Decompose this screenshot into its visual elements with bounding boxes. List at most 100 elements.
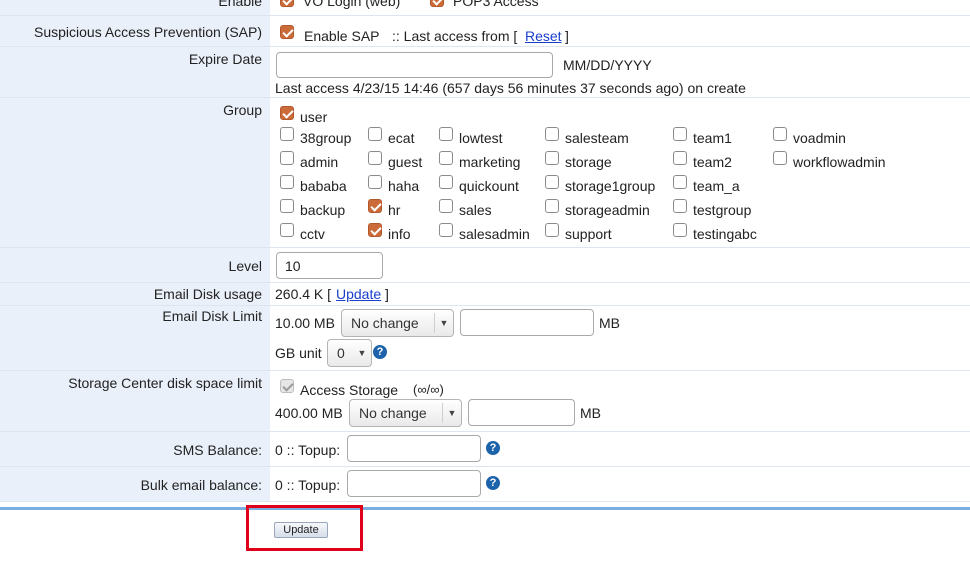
storage-limit-row: Storage Center disk space limit Access S…: [0, 371, 970, 432]
help-icon[interactable]: ?: [373, 345, 387, 359]
gb-unit-label: GB unit: [275, 345, 322, 361]
group-checkbox[interactable]: [280, 223, 294, 237]
group-checkbox-label: voadmin: [793, 130, 846, 146]
vo-login-label: VO Login (web): [303, 0, 401, 9]
group-checkbox-label: support: [565, 226, 612, 242]
bulk-email-row: Bulk email balance: 0 :: Topup: ?: [0, 467, 970, 502]
sms-topup-input[interactable]: [347, 435, 481, 462]
group-checkbox[interactable]: [368, 175, 382, 189]
gb-unit-select[interactable]: 0 ▼: [327, 339, 372, 367]
enable-sap-label: Enable SAP: [304, 28, 380, 44]
sap-last-access-text: :: Last access from [: [392, 28, 518, 44]
sap-bracket-close: ]: [565, 28, 569, 44]
email-disk-update-link[interactable]: Update: [336, 286, 381, 302]
group-checkbox[interactable]: [545, 223, 559, 237]
pop3-access-checkbox[interactable]: [430, 0, 444, 7]
help-icon[interactable]: ?: [486, 476, 500, 490]
enable-options: VO Login (web) POP3 Access: [270, 0, 970, 15]
level-row: Level: [0, 248, 970, 283]
group-checkbox[interactable]: [439, 199, 453, 213]
email-disk-bracket-close: ]: [385, 286, 389, 302]
group-checkbox-label: storageadmin: [565, 202, 650, 218]
group-checkbox[interactable]: [280, 175, 294, 189]
storage-current: 400.00 MB: [275, 405, 343, 421]
bulk-email-label-cell: Bulk email balance:: [0, 467, 270, 501]
level-value: [270, 248, 970, 282]
group-checkbox-label: sales: [459, 202, 492, 218]
group-checkbox[interactable]: [673, 199, 687, 213]
email-disk-usage-value-cell: 260.4 K [ Update ]: [270, 283, 970, 305]
enable-sap-checkbox[interactable]: [280, 25, 294, 39]
group-checkbox[interactable]: [545, 151, 559, 165]
level-label-cell: Level: [0, 248, 270, 282]
sms-balance-value-cell: 0 :: Topup: ?: [270, 432, 970, 466]
group-checkbox[interactable]: [280, 151, 294, 165]
expire-date-label: Expire Date: [188, 51, 262, 67]
group-checkbox[interactable]: [368, 199, 382, 213]
email-disk-limit-current: 10.00 MB: [275, 315, 335, 331]
group-checkbox[interactable]: [280, 127, 294, 141]
email-disk-limit-select[interactable]: No change ▼: [341, 309, 454, 337]
group-checkbox-area: user 38group admin bababa backup cctv ecat gue…: [270, 98, 970, 247]
level-label: Level: [228, 258, 262, 274]
group-checkbox[interactable]: [368, 223, 382, 237]
sap-value: Enable SAP :: Last access from [ Reset ]: [270, 16, 970, 46]
group-checkbox-label: ecat: [388, 130, 415, 146]
group-checkbox[interactable]: [673, 151, 687, 165]
group-checkbox[interactable]: [545, 127, 559, 141]
group-checkbox[interactable]: [439, 127, 453, 141]
bulk-email-label: Bulk email balance:: [140, 477, 262, 493]
storage-limit-select[interactable]: No change ▼: [349, 399, 462, 427]
sms-balance-row: SMS Balance: 0 :: Topup: ?: [0, 432, 970, 467]
group-checkbox[interactable]: [368, 127, 382, 141]
sms-balance-value: 0 :: Topup:: [275, 442, 341, 458]
sap-reset-link[interactable]: Reset: [525, 28, 562, 44]
group-checkbox[interactable]: [439, 223, 453, 237]
group-checkbox-label: storage: [565, 154, 612, 170]
group-checkbox-label: marketing: [459, 154, 521, 170]
group-checkbox-label: admin: [300, 154, 339, 170]
group-checkbox[interactable]: [673, 127, 687, 141]
email-disk-limit-row: Email Disk Limit 10.00 MB No change ▼ MB…: [0, 306, 970, 371]
update-button[interactable]: Update: [274, 522, 328, 538]
storage-limit-unit: MB: [580, 405, 601, 421]
expire-date-format-hint: MM/DD/YYYY: [563, 57, 652, 73]
bulk-email-topup-input[interactable]: [347, 470, 481, 497]
group-row: Group user 38group admin bababa backup cctv e…: [0, 98, 970, 248]
chevron-down-icon: ▼: [357, 348, 367, 358]
storage-limit-value: Access Storage (∞/∞) 400.00 MB No change…: [270, 371, 970, 431]
group-checkbox-label: storage1group: [565, 178, 656, 194]
bulk-email-value: 0 :: Topup:: [275, 477, 341, 493]
help-icon[interactable]: ?: [486, 441, 500, 455]
chevron-down-icon: ▼: [442, 403, 461, 423]
group-checkbox[interactable]: [673, 175, 687, 189]
level-input[interactable]: [276, 252, 383, 279]
storage-limit-input[interactable]: [468, 399, 575, 426]
group-checkbox[interactable]: [773, 151, 787, 165]
sms-balance-label: SMS Balance:: [173, 442, 262, 458]
group-checkbox[interactable]: [673, 223, 687, 237]
group-label-cell: Group: [0, 98, 270, 247]
group-checkbox-label: guest: [388, 154, 423, 170]
access-storage-checkbox[interactable]: [280, 379, 294, 393]
bulk-email-value-cell: 0 :: Topup: ?: [270, 467, 970, 501]
group-checkbox[interactable]: [439, 151, 453, 165]
expire-date-input[interactable]: [276, 52, 553, 78]
sap-label-cell: Suspicious Access Prevention (SAP): [0, 16, 270, 46]
group-checkbox[interactable]: [439, 175, 453, 189]
group-checkbox-label: testingabc: [693, 226, 757, 242]
enable-label: Enable: [218, 0, 262, 9]
group-checkbox[interactable]: [368, 151, 382, 165]
group-checkbox[interactable]: [545, 199, 559, 213]
email-disk-limit-unit: MB: [599, 315, 620, 331]
group-checkbox[interactable]: [545, 175, 559, 189]
group-checkbox[interactable]: [773, 127, 787, 141]
email-disk-limit-input[interactable]: [460, 309, 594, 336]
group-checkbox-label: backup: [300, 202, 346, 218]
group-user-checkbox[interactable]: [280, 106, 294, 120]
vo-login-checkbox[interactable]: [280, 0, 294, 7]
group-checkbox[interactable]: [280, 199, 294, 213]
group-checkbox-label: quickount: [459, 178, 519, 194]
sap-label: Suspicious Access Prevention (SAP): [34, 24, 262, 40]
expire-date-label-cell: Expire Date: [0, 47, 270, 97]
